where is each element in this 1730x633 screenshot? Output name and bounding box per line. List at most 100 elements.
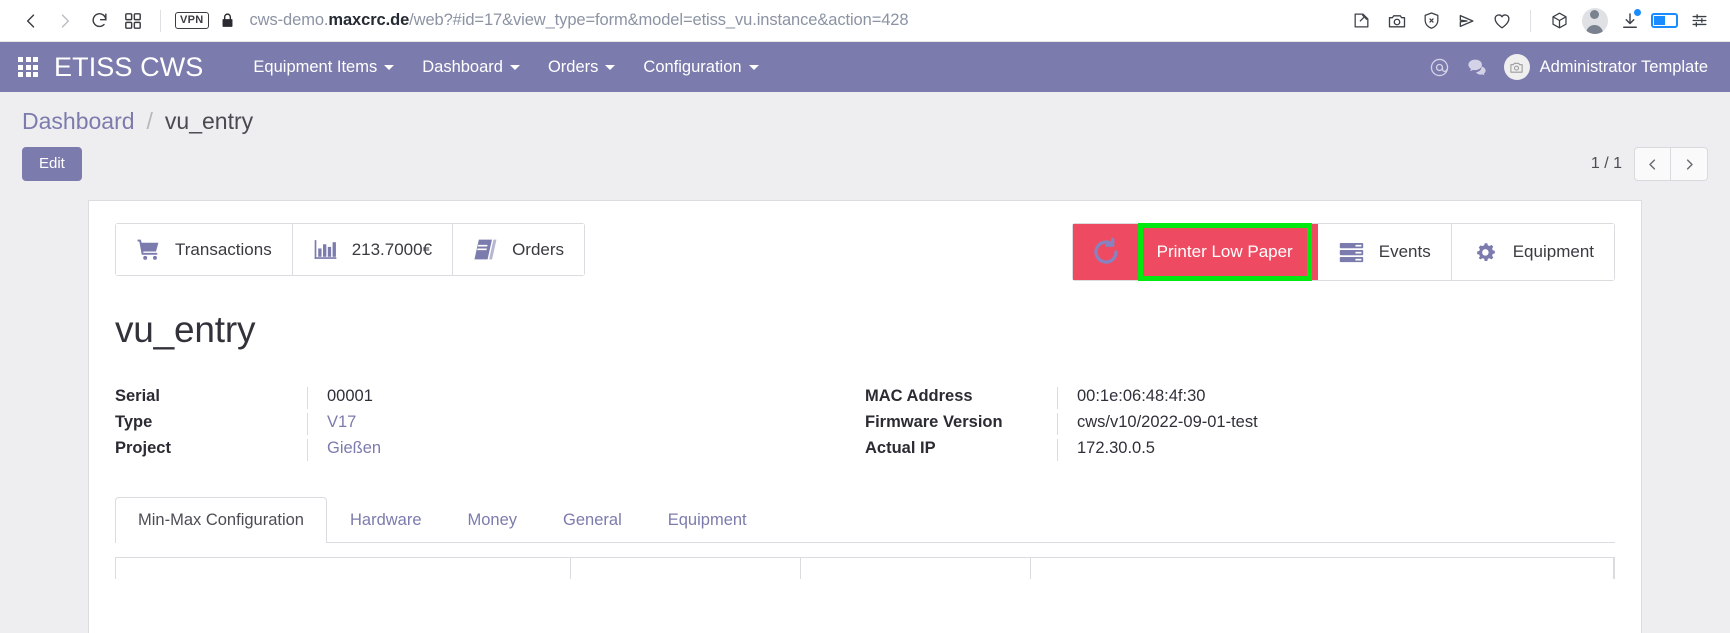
table-column [801, 558, 1031, 579]
field-row: Project Gießen [115, 439, 805, 461]
field-groups: Serial 00001 Type V17 Project Gießen MAC… [115, 387, 1615, 465]
user-name-label: Administrator Template [1539, 57, 1708, 76]
tab-general[interactable]: General [540, 497, 645, 543]
stat-button-label: Events [1378, 242, 1431, 261]
send-share-icon[interactable] [1450, 4, 1483, 37]
field-row: Type V17 [115, 413, 805, 435]
table-column [1031, 558, 1614, 579]
field-row: Actual IP 172.30.0.5 [865, 439, 1555, 461]
lock-icon[interactable] [219, 12, 236, 29]
table-column [571, 558, 801, 579]
field-value-project[interactable]: Gießen [307, 439, 805, 461]
back-button[interactable] [14, 4, 48, 38]
stat-button-events[interactable]: Events [1317, 224, 1452, 280]
apps-grid-icon[interactable] [18, 57, 38, 77]
tab-equipment[interactable]: Equipment [645, 497, 770, 543]
settings-sliders-icon[interactable] [1683, 4, 1716, 37]
stat-buttons-right: Printer Low Paper Events Equipment [1071, 223, 1615, 281]
battery-split-icon[interactable] [1648, 4, 1681, 37]
breadcrumb-separator: / [146, 108, 153, 134]
field-label-type: Type [115, 413, 153, 431]
browser-toolbar: VPN cws-demo.maxcrc.de/web?#id=17&view_t… [0, 0, 1730, 42]
app-navbar: ETISS CWS Equipment Items Dashboard Orde… [0, 42, 1730, 92]
tab-hardware[interactable]: Hardware [327, 497, 445, 543]
stat-button-transactions[interactable]: Transactions [116, 224, 293, 275]
chevron-down-icon [509, 64, 520, 70]
user-menu[interactable]: Administrator Template [1503, 54, 1708, 80]
menu-label: Orders [547, 57, 599, 76]
address-bar[interactable]: cws-demo.maxcrc.de/web?#id=17&view_type=… [250, 11, 909, 30]
menu-label: Dashboard [422, 57, 503, 76]
gears-equipment-icon [1472, 239, 1499, 266]
forward-button[interactable] [48, 4, 82, 38]
pager-buttons [1634, 147, 1708, 181]
favorites-heart-icon[interactable] [1485, 4, 1518, 37]
field-label-actual-ip: Actual IP [865, 439, 936, 457]
record-pager: 1 / 1 [1591, 147, 1708, 181]
chevron-down-icon [605, 64, 616, 70]
events-list-icon [1338, 239, 1365, 266]
stat-buttons-left: Transactions 213.7000€ Orders [115, 223, 586, 276]
notebook-table-header [115, 557, 1615, 579]
tab-grid-icon[interactable] [116, 4, 150, 38]
breadcrumb-current: vu_entry [164, 108, 254, 134]
menu-item-equipment-items[interactable]: Equipment Items [239, 52, 408, 83]
field-label-firmware-version: Firmware Version [865, 413, 1003, 431]
tab-min-max-configuration[interactable]: Min-Max Configuration [115, 497, 327, 543]
stat-button-label: Equipment [1512, 242, 1594, 261]
collections-pin-icon[interactable] [1345, 4, 1378, 37]
alert-label-highlight[interactable]: Printer Low Paper [1137, 223, 1312, 281]
field-value-type[interactable]: V17 [307, 413, 805, 435]
stat-button-label: Transactions [175, 239, 272, 259]
pager-count: 1 / 1 [1590, 155, 1622, 172]
screenshot-camera-icon[interactable] [1380, 4, 1413, 37]
profile-avatar-icon[interactable] [1578, 4, 1611, 37]
form-sheet-wrapper: Transactions 213.7000€ Orders Printer Lo… [0, 200, 1730, 633]
stat-button-printer-low-paper[interactable]: Printer Low Paper [1072, 223, 1318, 281]
menu-label: Equipment Items [253, 57, 378, 76]
field-value-actual-ip[interactable]: 172.30.0.5 [1057, 439, 1555, 461]
field-value-serial[interactable]: 00001 [307, 387, 805, 409]
vpn-badge[interactable]: VPN [175, 11, 209, 30]
field-row: MAC Address 00:1e:06:48:4f:30 [865, 387, 1555, 409]
pager-previous-button[interactable] [1634, 147, 1671, 181]
breadcrumb-parent[interactable]: Dashboard [22, 108, 135, 135]
table-column [116, 558, 571, 579]
menu-item-dashboard[interactable]: Dashboard [408, 52, 534, 83]
menu-item-configuration[interactable]: Configuration [629, 52, 772, 83]
menu-label: Configuration [643, 57, 742, 76]
stat-button-orders[interactable]: Orders [453, 224, 585, 275]
stat-button-revenue[interactable]: 213.7000€ [292, 224, 454, 275]
menu-item-orders[interactable]: Orders [534, 52, 629, 83]
stat-button-row: Transactions 213.7000€ Orders Printer Lo… [115, 223, 1615, 281]
chevron-down-icon [748, 64, 759, 70]
field-label-mac-address: MAC Address [865, 387, 973, 405]
chat-bubble-icon[interactable] [1466, 56, 1488, 78]
downloads-icon[interactable] [1613, 4, 1646, 37]
toolbar-divider-2 [1530, 9, 1531, 32]
book-orders-icon [473, 237, 498, 262]
field-column-right: MAC Address 00:1e:06:48:4f:30 Firmware V… [865, 387, 1615, 465]
app-brand[interactable]: ETISS CWS [54, 52, 203, 83]
shield-block-icon[interactable] [1415, 4, 1448, 37]
field-value-mac-address[interactable]: 00:1e:06:48:4f:30 [1057, 387, 1555, 409]
edit-button[interactable]: Edit [22, 147, 82, 181]
tab-money[interactable]: Money [445, 497, 541, 543]
field-value-firmware-version[interactable]: cws/v10/2022-09-01-test [1057, 413, 1555, 435]
reload-button[interactable] [82, 4, 116, 38]
download-notification-dot [1633, 8, 1642, 17]
field-row: Serial 00001 [115, 387, 805, 409]
user-avatar-icon [1503, 54, 1530, 80]
control-panel-actions: Edit 1 / 1 [22, 147, 1708, 181]
at-mention-icon[interactable] [1429, 57, 1450, 78]
pager-next-button[interactable] [1671, 147, 1708, 181]
record-title: vu_entry [115, 309, 256, 350]
stat-button-label: Orders [512, 239, 565, 259]
breadcrumb: Dashboard / vu_entry [22, 92, 1708, 135]
field-label-project: Project [115, 439, 171, 457]
browser-actions [1345, 4, 1716, 37]
main-menu: Equipment Items Dashboard Orders Configu… [239, 52, 772, 83]
stat-button-equipment[interactable]: Equipment [1451, 224, 1614, 280]
field-column-left: Serial 00001 Type V17 Project Gießen [115, 387, 865, 465]
cube-3d-icon[interactable] [1543, 4, 1576, 37]
